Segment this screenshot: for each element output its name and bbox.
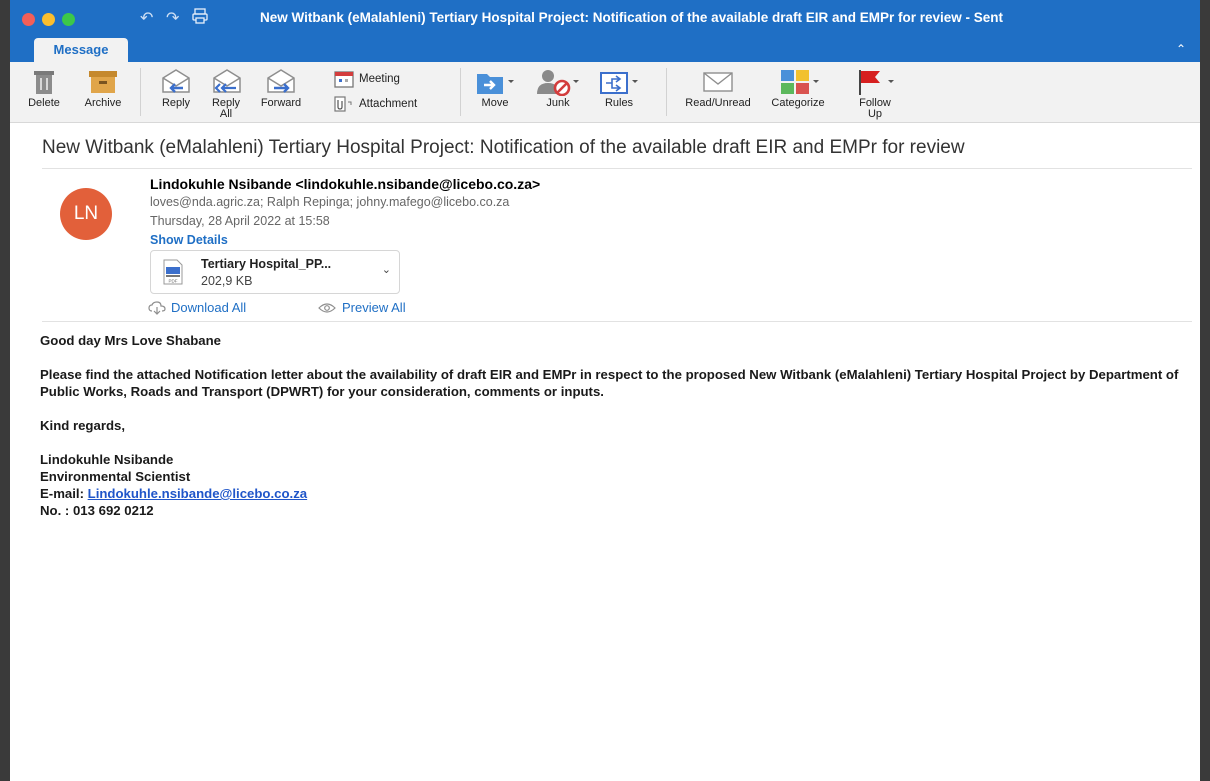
body-greeting: Good day Mrs Love Shabane [40, 333, 221, 348]
follow-up-label: Follow Up [859, 97, 891, 120]
email-body: Good day Mrs Love Shabane Please find th… [40, 332, 1190, 519]
reply-all-button[interactable]: Reply All [206, 66, 246, 120]
sender-avatar: LN [60, 188, 112, 240]
recipients-list[interactable]: loves@nda.agric.za; Ralph Repinga; johny… [150, 195, 509, 209]
signature-phone: No. : 013 692 0212 [40, 503, 154, 518]
move-button[interactable]: Move [470, 66, 520, 109]
collapse-ribbon-icon[interactable]: ⌃ [1176, 42, 1186, 56]
envelope-icon [703, 72, 733, 92]
title-bar: ↶ ↷ New Witbank (eMalahleni) Tertiary Ho… [10, 0, 1200, 62]
close-window-button[interactable] [22, 13, 35, 26]
reply-button[interactable]: Reply [156, 66, 196, 109]
signature-name: Lindokuhle Nsibande [40, 452, 174, 467]
show-details-link[interactable]: Show Details [150, 233, 228, 247]
reply-icon [162, 69, 190, 93]
trash-icon [34, 71, 54, 94]
forward-button[interactable]: Forward [256, 66, 306, 109]
archive-label: Archive [84, 97, 122, 109]
categorize-label: Categorize [771, 97, 825, 109]
body-paragraph: Please find the attached Notification le… [40, 367, 1179, 399]
preview-all-button[interactable]: Preview All [318, 300, 406, 315]
subject-divider [42, 168, 1192, 169]
sent-datetime: Thursday, 28 April 2022 at 15:58 [150, 214, 330, 228]
attachment-card[interactable]: PDF Tertiary Hospital_PP... 202,9 KB ⌄ [150, 250, 400, 294]
move-folder-icon [477, 74, 514, 94]
undo-icon[interactable]: ↶ [140, 8, 153, 28]
read-unread-label: Read/Unread [685, 97, 751, 109]
pdf-file-icon: PDF [163, 259, 183, 285]
download-all-label: Download All [171, 300, 247, 315]
forward-icon [267, 69, 295, 93]
junk-person-icon [537, 70, 579, 96]
email-subject: New Witbank (eMalahleni) Tertiary Hospit… [42, 137, 965, 158]
archive-box-icon [89, 71, 117, 93]
categorize-icon [781, 70, 819, 94]
reply-all-icon [213, 69, 241, 93]
attachment-name: Tertiary Hospital_PP... [201, 257, 332, 271]
pdf-type-label: PDF [169, 279, 178, 284]
signature-email-line: E-mail: Lindokuhle.nsibande@licebo.co.za [40, 485, 1190, 502]
header-divider [42, 321, 1192, 322]
rules-button[interactable]: Rules [594, 66, 644, 109]
body-closing: Kind regards, [40, 418, 126, 433]
meeting-label: Meeting [359, 73, 400, 85]
redo-icon[interactable]: ↷ [166, 8, 179, 28]
rules-label: Rules [604, 97, 634, 109]
chevron-down-icon[interactable]: ⌄ [382, 263, 391, 276]
signature-email-label: E-mail: [40, 486, 88, 501]
forward-label: Forward [260, 97, 302, 109]
delete-label: Delete [28, 97, 60, 109]
print-icon[interactable] [192, 8, 208, 29]
ribbon-separator [140, 68, 141, 116]
rules-icon [600, 72, 638, 94]
zoom-window-button[interactable] [62, 13, 75, 26]
move-label: Move [481, 97, 509, 109]
attachment-label: Attachment [359, 98, 418, 110]
ribbon-separator [666, 68, 667, 116]
sender-name[interactable]: Lindokuhle Nsibande <lindokuhle.nsibande… [150, 176, 540, 192]
flag-icon [859, 70, 894, 95]
signature-email-link[interactable]: Lindokuhle.nsibande@licebo.co.za [88, 486, 308, 501]
junk-button[interactable]: Junk [532, 66, 584, 109]
attachment-button[interactable]: Attachment [334, 96, 417, 112]
reply-label: Reply [161, 97, 191, 109]
attachment-size: 202,9 KB [201, 274, 253, 288]
cloud-download-icon [148, 300, 166, 315]
categorize-button[interactable]: Categorize [762, 66, 834, 109]
download-all-button[interactable]: Download All [148, 300, 246, 315]
follow-up-button[interactable]: Follow Up [846, 66, 904, 120]
ribbon-separator [460, 68, 461, 116]
read-unread-button[interactable]: Read/Unread [682, 66, 754, 109]
tab-message[interactable]: Message [34, 38, 128, 62]
mail-window: ↶ ↷ New Witbank (eMalahleni) Tertiary Ho… [10, 0, 1200, 781]
signature-title: Environmental Scientist [40, 469, 191, 484]
reply-all-label: Reply All [211, 97, 241, 120]
eye-icon [318, 302, 336, 313]
preview-all-label: Preview All [342, 300, 406, 315]
meeting-button[interactable]: Meeting [334, 70, 400, 88]
window-title: New Witbank (eMalahleni) Tertiary Hospit… [260, 10, 1004, 25]
junk-label: Junk [546, 97, 570, 109]
delete-button[interactable]: Delete [24, 66, 64, 109]
paperclip-icon [334, 96, 352, 112]
signature: Lindokuhle Nsibande Environmental Scient… [40, 451, 1190, 519]
ribbon-toolbar: Delete Archive Reply Reply All Forward M… [10, 62, 1200, 123]
minimize-window-button[interactable] [42, 13, 55, 26]
calendar-icon [334, 71, 354, 88]
archive-button[interactable]: Archive [80, 66, 126, 109]
